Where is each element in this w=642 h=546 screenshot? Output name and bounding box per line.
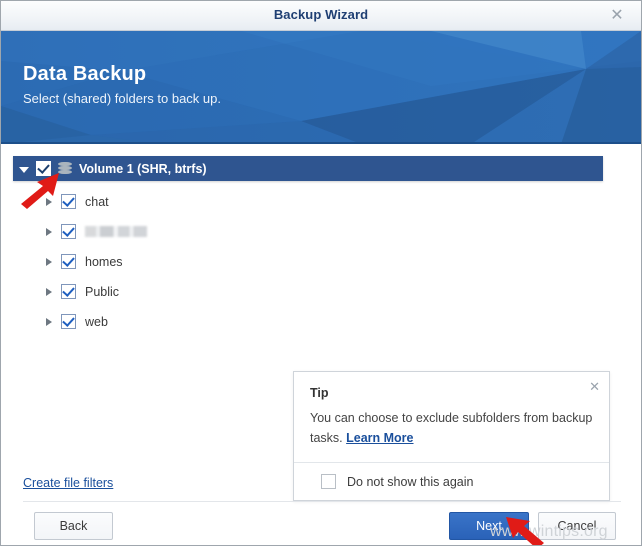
page-subtitle: Select (shared) folders to back up. [23,91,221,106]
page-title: Data Backup [23,63,147,85]
folder-checkbox[interactable] [61,254,76,269]
chevron-right-icon[interactable] [46,197,52,206]
folder-checkbox[interactable] [61,194,76,209]
tree-row[interactable]: chat [46,190,109,213]
tree-row-volume[interactable]: Volume 1 (SHR, btrfs) [13,156,603,181]
tip-text: You can choose to exclude subfolders fro… [310,408,593,448]
tree-row[interactable]: Public [46,280,119,303]
backup-wizard-window: Backup Wizard ✕ Data Backup Select (shar… [0,0,642,546]
chevron-right-icon[interactable] [46,227,52,236]
do-not-show-label: Do not show this again [347,474,474,489]
hero-bottom-rule [1,142,641,144]
tree-row[interactable]: web [46,310,108,333]
volume-checkbox[interactable] [36,161,51,176]
tree-row[interactable]: homes [46,250,123,273]
back-button[interactable]: Back [34,512,113,540]
tip-close-icon[interactable]: ✕ [589,380,600,393]
hero-text-block: Data Backup Select (shared) folders to b… [23,63,221,106]
folder-label: web [85,314,108,329]
footer-divider [23,501,621,502]
cancel-button[interactable]: Cancel [538,512,616,540]
tree-row[interactable] [46,220,147,243]
folder-label-redacted [85,226,147,237]
chevron-right-icon[interactable] [46,257,52,266]
do-not-show-checkbox[interactable] [321,474,336,489]
close-icon[interactable]: ✕ [597,3,637,29]
next-button[interactable]: Next [449,512,529,540]
hero-banner: Data Backup Select (shared) folders to b… [1,31,641,144]
folder-label: Public [85,284,120,299]
folder-checkbox[interactable] [61,284,76,299]
tip-footer: Do not show this again [294,462,609,500]
chevron-right-icon[interactable] [46,317,52,326]
folder-label: homes [85,254,123,269]
folder-label: chat [85,194,109,209]
disk-stack-icon [58,161,72,176]
create-file-filters-link[interactable]: Create file filters [23,476,113,490]
chevron-right-icon[interactable] [46,287,52,296]
tip-body: ✕ Tip You can choose to exclude subfolde… [294,372,609,462]
volume-label: Volume 1 (SHR, btrfs) [79,161,207,176]
folder-checkbox[interactable] [61,224,76,239]
learn-more-link[interactable]: Learn More [346,431,413,445]
chevron-down-icon[interactable] [19,166,29,173]
folder-checkbox[interactable] [61,314,76,329]
window-titlebar: Backup Wizard ✕ [1,1,641,31]
tip-popup: ✕ Tip You can choose to exclude subfolde… [293,371,610,501]
window-title: Backup Wizard [273,7,369,22]
tip-title: Tip [310,386,329,400]
